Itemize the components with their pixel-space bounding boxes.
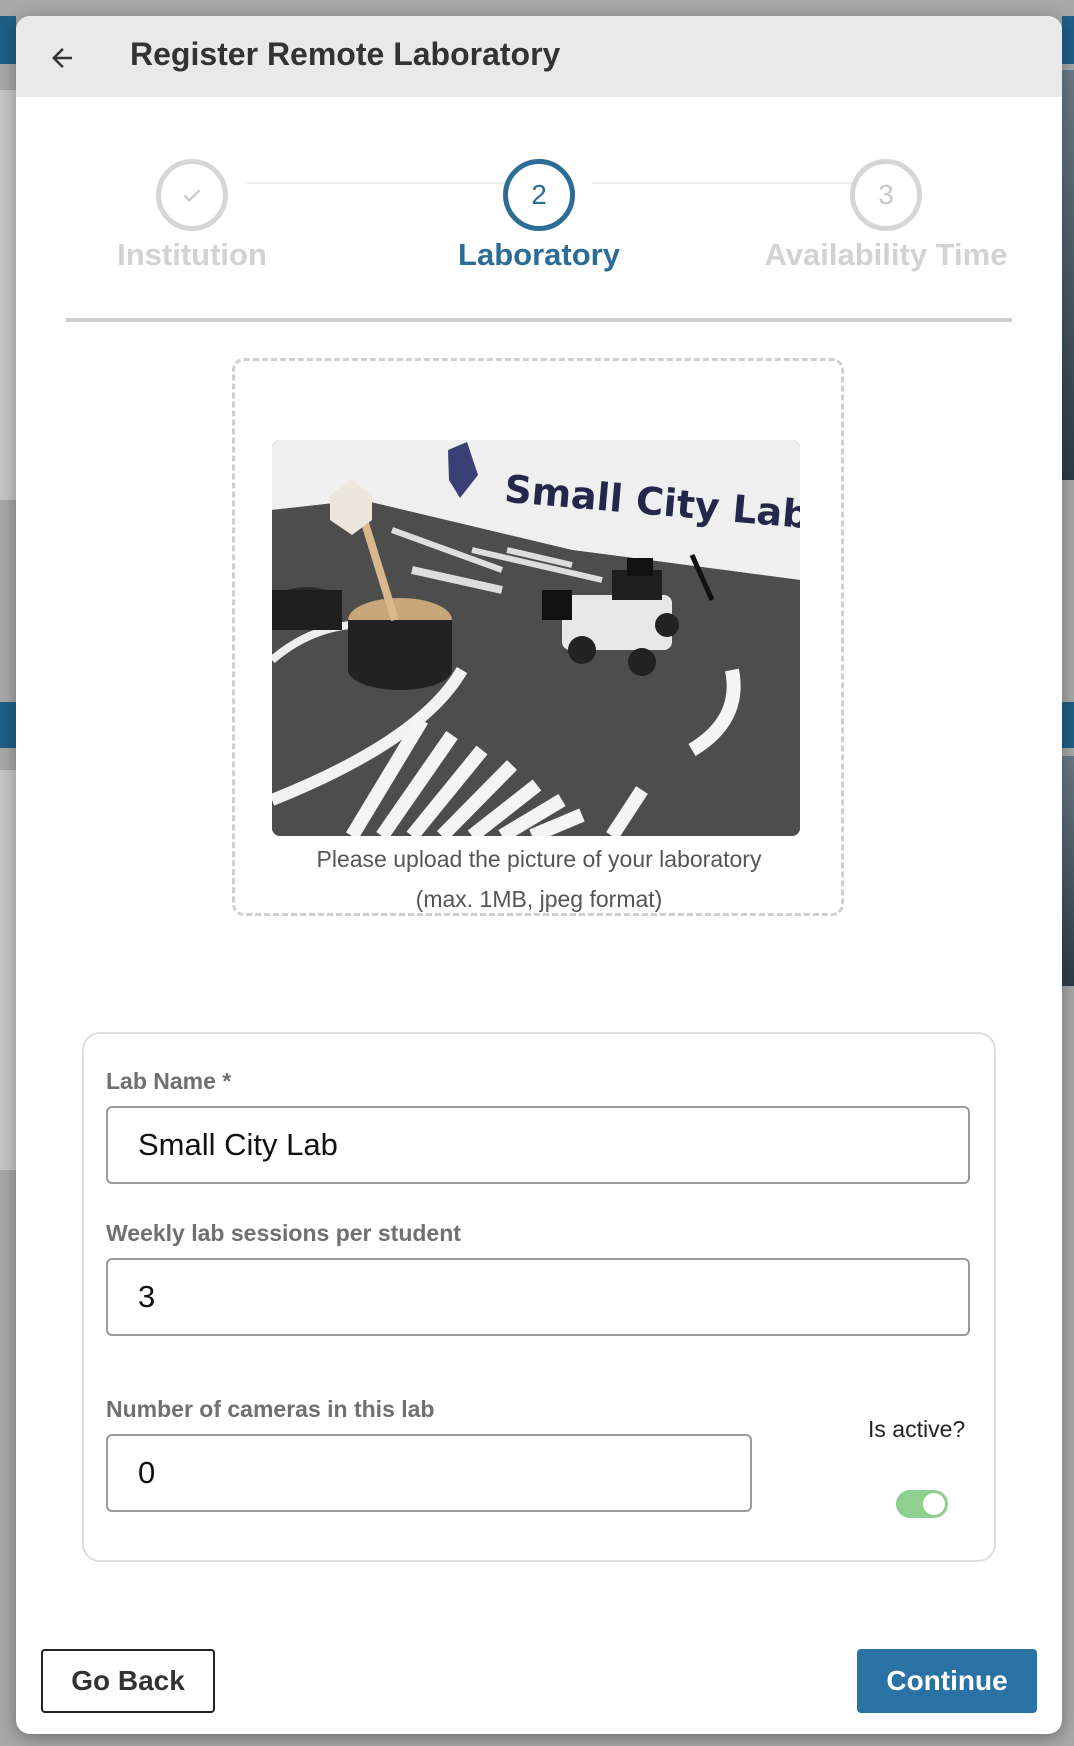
background-header-strip <box>1062 16 1074 64</box>
go-back-button[interactable]: Go Back <box>41 1649 215 1713</box>
arrow-left-icon <box>52 48 72 68</box>
step-circle: 2 <box>503 159 575 231</box>
weekly-sessions-input[interactable] <box>106 1258 970 1336</box>
background-panel <box>0 770 16 1170</box>
weekly-sessions-label: Weekly lab sessions per student <box>106 1220 461 1246</box>
step-circle <box>156 159 228 231</box>
upload-hint-line2: (max. 1MB, jpeg format) <box>415 886 663 912</box>
check-icon <box>183 189 201 202</box>
background-image <box>1062 756 1074 986</box>
is-active-label: Is active? <box>868 1416 966 1442</box>
register-lab-dialog: Register Remote Laboratory Institution 2… <box>16 16 1062 1734</box>
lab-photo: Small City Lab <box>272 440 800 836</box>
upload-hint-line1: Please upload the picture of your labora… <box>316 846 762 872</box>
step-institution[interactable]: Institution <box>42 159 342 273</box>
stepper-divider <box>66 318 1012 322</box>
background-header-strip <box>1062 702 1074 748</box>
dialog-header: Register Remote Laboratory <box>16 16 1062 97</box>
lab-name-input[interactable] <box>106 1106 970 1184</box>
back-arrow-button[interactable] <box>42 38 82 78</box>
is-active-toggle[interactable] <box>896 1490 948 1518</box>
step-availability-time[interactable]: 3 Availability Time <box>736 159 1036 273</box>
continue-button[interactable]: Continue <box>857 1649 1037 1713</box>
step-laboratory[interactable]: 2 Laboratory <box>389 159 689 273</box>
dialog-title: Register Remote Laboratory <box>130 36 561 72</box>
background-panel <box>0 90 16 500</box>
background-header-strip <box>0 702 16 748</box>
step-label: Availability Time <box>764 237 1008 272</box>
lab-name-label: Lab Name * <box>106 1068 232 1094</box>
cameras-label: Number of cameras in this lab <box>106 1396 435 1422</box>
toggle-knob <box>923 1493 945 1515</box>
lab-details-card: Lab Name * Weekly lab sessions per stude… <box>82 1032 996 1562</box>
step-circle: 3 <box>850 159 922 231</box>
step-label: Institution <box>117 237 267 272</box>
step-label: Laboratory <box>458 237 620 272</box>
cameras-input[interactable] <box>106 1434 752 1512</box>
background-header-strip <box>0 16 16 64</box>
background-image <box>1062 70 1074 480</box>
stepper: Institution 2 Laboratory 3 Availability … <box>16 97 1062 337</box>
